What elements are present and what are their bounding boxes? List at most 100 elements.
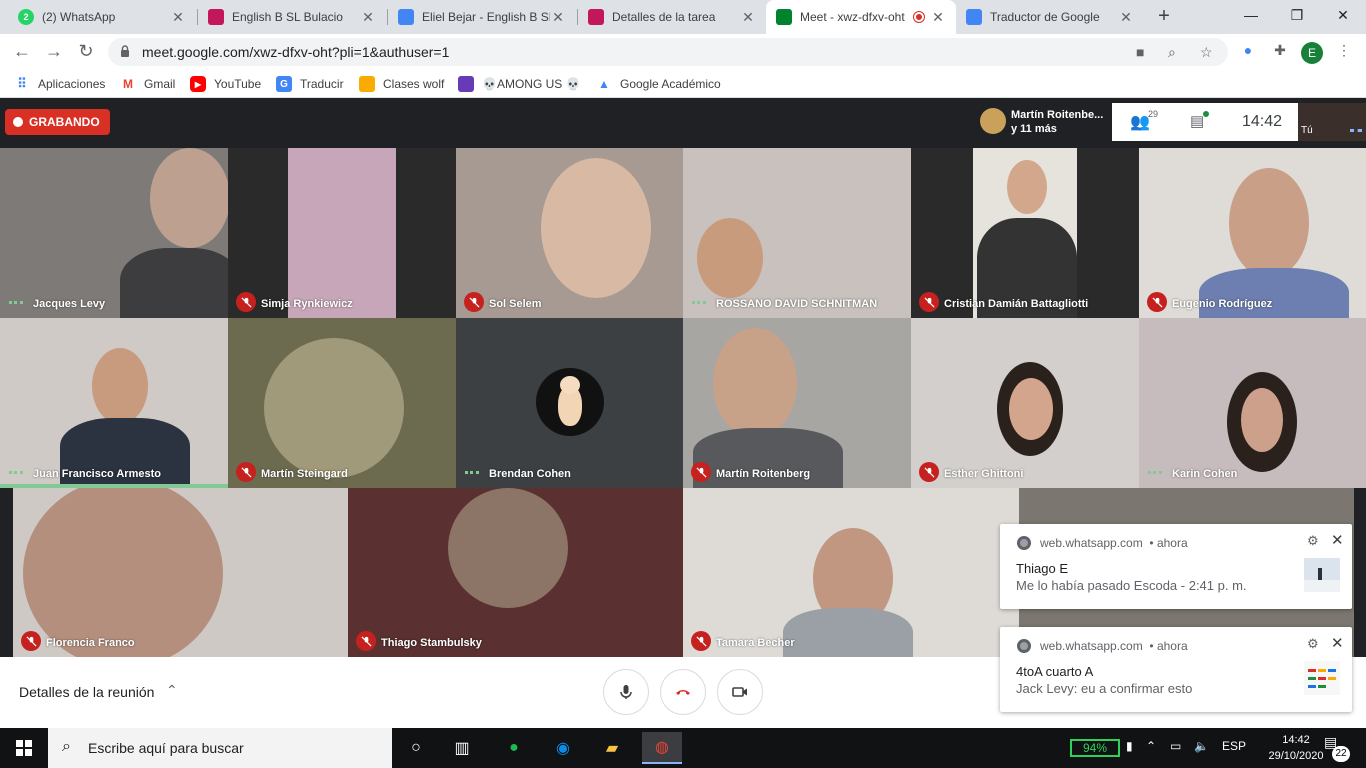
menu-icon[interactable]: ⋮ [1334, 42, 1354, 62]
participant-tile[interactable]: Jacques Levy [0, 148, 228, 318]
participant-tile[interactable]: Florencia Franco [13, 488, 348, 657]
close-icon[interactable]: ✕ [1331, 634, 1344, 652]
window-close-button[interactable]: ✕ [1320, 0, 1366, 34]
hang-up-icon [676, 690, 690, 695]
scholar-icon: ▲ [598, 77, 610, 91]
battery-icon[interactable]: ▭ [1170, 739, 1181, 753]
bookmark-gmail[interactable]: M Gmail [120, 76, 175, 92]
bookmark-among-us[interactable]: 💀AMONG US 💀 [458, 76, 581, 92]
spotify-icon[interactable]: ● [494, 732, 534, 764]
camera-icon[interactable]: ■ [1136, 44, 1144, 60]
participant-name: Eugenio Rodríguez [1172, 298, 1273, 310]
edge-icon[interactable]: ◉ [543, 732, 583, 764]
url-text[interactable]: meet.google.com/xwz-dfxv-oht?pli=1&authu… [142, 44, 449, 60]
extension-icon[interactable]: ● [1238, 42, 1258, 62]
presenter-more: y 11 más [1011, 123, 1057, 135]
close-icon[interactable]: ✕ [170, 9, 186, 26]
avatar[interactable]: E [1301, 42, 1323, 64]
start-button[interactable] [0, 728, 48, 768]
bookmark-clases-wolf[interactable]: Clases wolf [359, 76, 444, 92]
close-icon[interactable]: ✕ [930, 9, 946, 26]
chevron-up-icon[interactable]: ⌃ [166, 682, 178, 699]
notification-thumbnail [1304, 558, 1340, 592]
tab-detalles-de-la-tarea[interactable]: Detalles de la tarea ✕ [578, 0, 766, 34]
tab-meet[interactable]: Meet - xwz-dfxv-oht ✕ [766, 0, 956, 34]
bookmark-favicon-icon [458, 76, 474, 92]
bookmark-label: 💀AMONG US 💀 [482, 77, 581, 91]
recording-badge: GRABANDO [5, 109, 110, 135]
participant-tile[interactable]: Thiago Stambulsky [348, 488, 683, 657]
new-tab-button[interactable]: + [1152, 5, 1176, 29]
tab-english-b-sl-bulacio[interactable]: English B SL Bulacio ✕ [198, 0, 386, 34]
minimize-button[interactable]: — [1228, 0, 1274, 34]
participant-tile[interactable]: Cristian Damián Battagliotti [911, 148, 1139, 318]
microphone-icon[interactable]: ▮ [1126, 739, 1133, 753]
search-icon: ⌕ [62, 738, 71, 755]
recording-label: GRABANDO [29, 115, 100, 129]
participant-tile[interactable]: Martín Roitenberg [683, 318, 911, 488]
gear-icon[interactable]: ⚙ [1307, 533, 1319, 549]
classroom-icon [208, 9, 224, 25]
meeting-details-button[interactable]: Detalles de la reunión [19, 684, 154, 700]
whatsapp-notification[interactable]: web.whatsapp.com • ahora ⚙ ✕ Thiago E Me… [1000, 524, 1352, 609]
camera-button[interactable] [717, 669, 763, 715]
zoom-icon[interactable]: ⌕ [1168, 44, 1176, 61]
video-feed [150, 148, 228, 248]
participant-name: Florencia Franco [46, 637, 135, 649]
self-view-tile[interactable]: Tú [1298, 103, 1366, 141]
presenter-chip[interactable]: Martín Roitenbe... y 11 más [975, 103, 1112, 141]
back-button[interactable]: ← [10, 40, 34, 64]
chat-icon[interactable]: ▤ [1190, 112, 1204, 130]
participant-tile[interactable]: Juan Francisco Armesto [0, 318, 228, 488]
participant-tile[interactable]: Karin Cohen [1139, 318, 1366, 488]
microphone-button[interactable] [603, 669, 649, 715]
translate-icon [966, 9, 982, 25]
bookmark-google-academico[interactable]: ▲ Google Académico [596, 76, 721, 92]
participant-tile[interactable]: Esther Ghittoni [911, 318, 1139, 488]
leave-call-button[interactable] [660, 669, 706, 715]
apps-grid-icon: ⠿ [17, 76, 27, 91]
gear-icon[interactable]: ⚙ [1307, 636, 1319, 652]
close-icon[interactable]: ✕ [1118, 9, 1134, 26]
lock-icon[interactable] [120, 45, 130, 57]
participant-tile[interactable]: Martín Steingard [228, 318, 456, 488]
participant-tile[interactable]: ROSSANO DAVID SCHNITMAN [683, 148, 911, 318]
file-explorer-icon[interactable]: ▰ [592, 732, 632, 764]
close-icon[interactable]: ✕ [1331, 531, 1344, 549]
task-view-icon[interactable]: ▥ [442, 732, 482, 764]
chrome-icon[interactable]: ◍ [642, 732, 682, 764]
battery-indicator[interactable]: 94% [1070, 739, 1120, 757]
notification-source: web.whatsapp.com • ahora [1040, 536, 1188, 550]
puzzle-icon[interactable]: ✚ [1270, 42, 1290, 62]
language-indicator[interactable]: ESP [1222, 739, 1246, 753]
restore-button[interactable]: ❐ [1274, 0, 1320, 34]
star-icon[interactable]: ☆ [1200, 44, 1213, 61]
participant-tile[interactable]: Simja Rynkiewicz [228, 148, 456, 318]
bookmark-traducir[interactable]: G Traducir [276, 76, 344, 92]
whatsapp-notification[interactable]: web.whatsapp.com • ahora ⚙ ✕ 4toA cuarto… [1000, 627, 1352, 712]
whatsapp-icon: 2 [18, 9, 34, 25]
volume-icon[interactable]: 🔈 [1194, 739, 1209, 753]
participant-tile[interactable]: Tamara Becher [683, 488, 1019, 657]
bookmark-youtube[interactable]: ▶ YouTube [190, 76, 261, 92]
cortana-icon[interactable]: ○ [396, 732, 436, 764]
participant-tile[interactable]: Eugenio Rodríguez [1139, 148, 1366, 318]
reload-button[interactable]: ↻ [74, 40, 98, 64]
bookmark-aplicaciones[interactable]: ⠿ Aplicaciones [14, 76, 105, 92]
close-icon[interactable]: ✕ [360, 9, 376, 26]
tab-traductor[interactable]: Traductor de Google ✕ [956, 0, 1144, 34]
tab-eliel-bejar[interactable]: Eliel Bejar - English B SL ✕ [388, 0, 576, 34]
video-feed [264, 338, 404, 478]
taskbar-search-input[interactable]: ⌕ Escribe aquí para buscar [48, 728, 392, 768]
participant-tile[interactable]: Sol Selem [456, 148, 683, 318]
video-feed [1229, 168, 1309, 278]
forward-button[interactable]: → [42, 40, 66, 64]
chevron-up-icon[interactable]: ⌃ [1146, 739, 1156, 753]
tab-whatsapp[interactable]: 2 (2) WhatsApp ✕ [8, 0, 196, 34]
people-icon[interactable]: 👥 [1130, 112, 1150, 132]
taskbar-clock[interactable]: 14:42 29/10/2020 [1268, 732, 1324, 764]
close-icon[interactable]: ✕ [740, 9, 756, 26]
close-icon[interactable]: ✕ [550, 9, 566, 26]
address-bar[interactable]: meet.google.com/xwz-dfxv-oht?pli=1&authu… [108, 38, 1228, 66]
search-placeholder: Escribe aquí para buscar [88, 740, 244, 756]
